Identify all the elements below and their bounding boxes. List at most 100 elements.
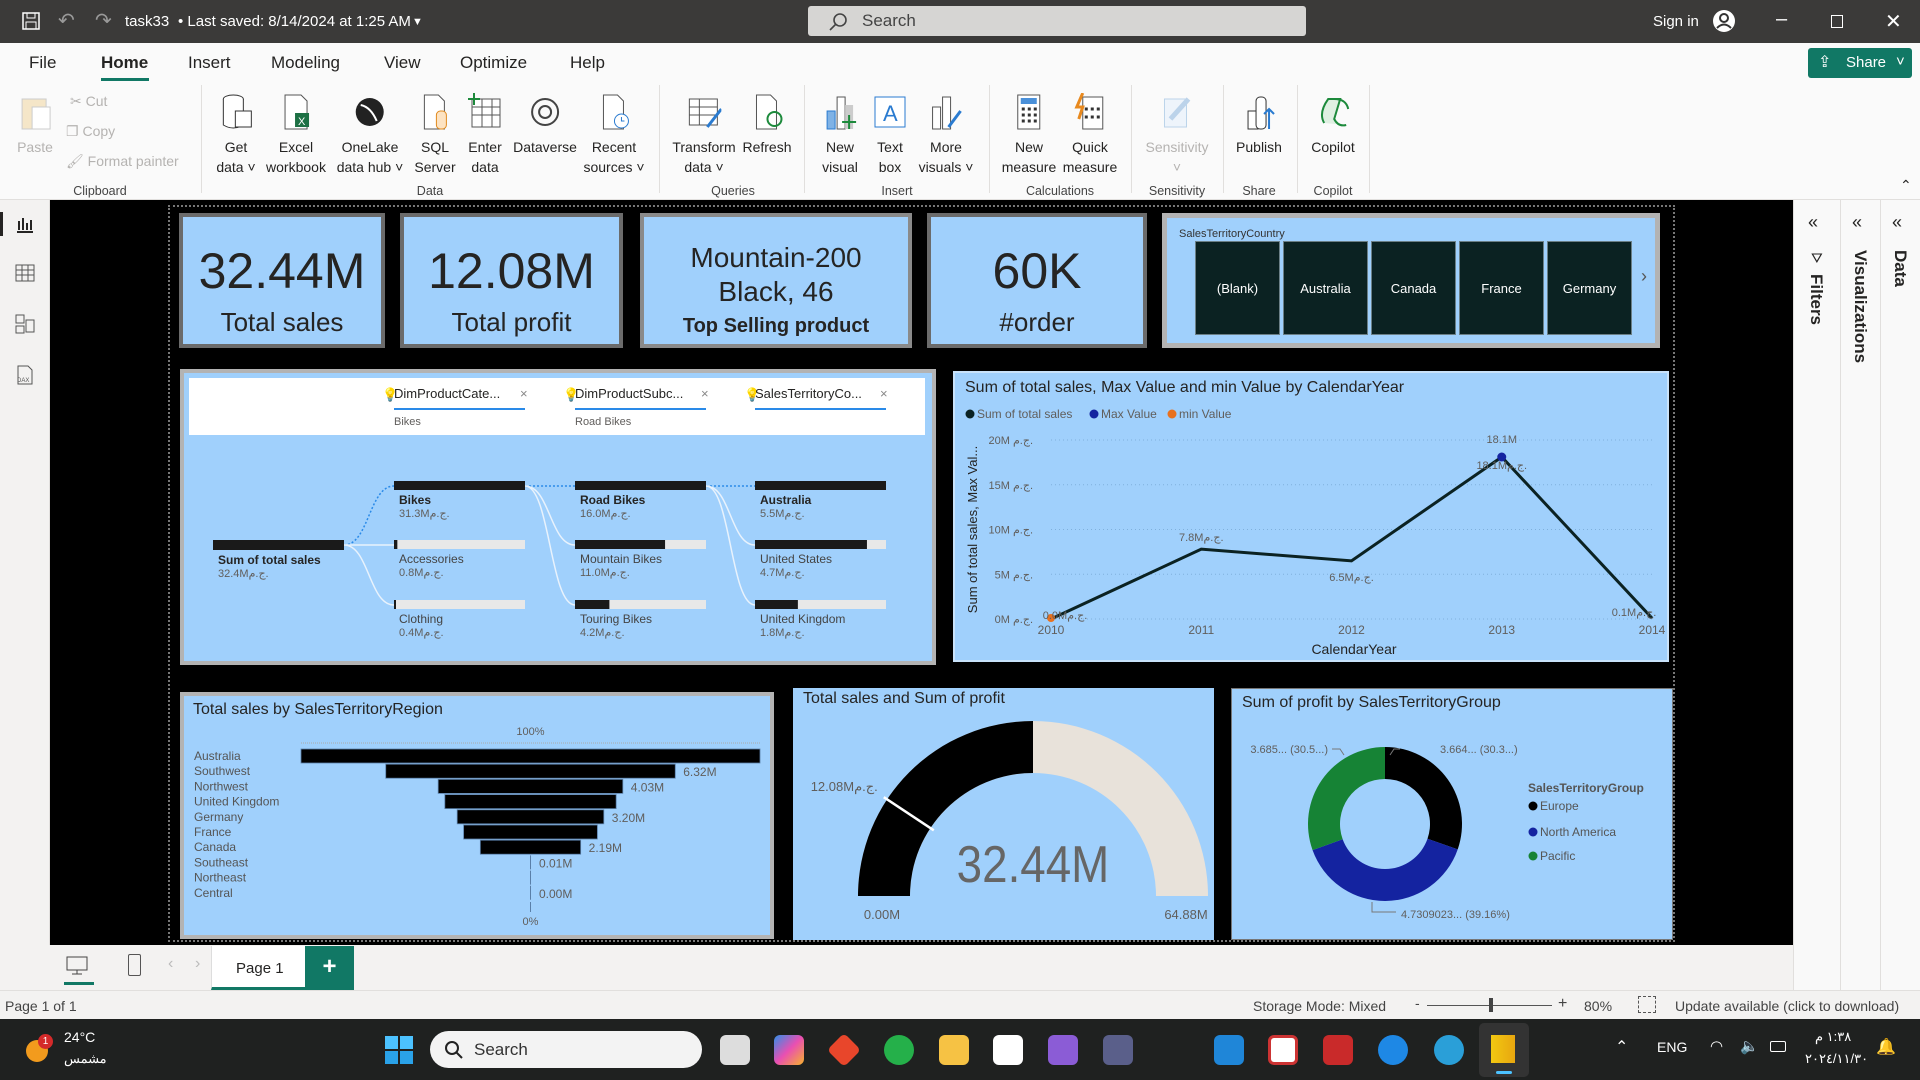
slicer-item[interactable]: (Blank) — [1195, 241, 1280, 335]
mcafee-icon[interactable] — [1323, 1035, 1353, 1065]
tab-home[interactable]: Home — [101, 53, 148, 73]
taskbar-search[interactable]: Search — [430, 1031, 702, 1068]
filter-underline — [755, 408, 886, 410]
windows-start-icon[interactable] — [384, 1035, 414, 1065]
chevron-down-icon[interactable]: ▼ — [412, 16, 423, 28]
wifi-icon[interactable]: ◠ — [1710, 1037, 1723, 1055]
undo-icon[interactable]: ↶ — [58, 8, 75, 33]
app-icon[interactable] — [1268, 1035, 1298, 1065]
more-visuals-button[interactable]: More visuals ˅ — [919, 93, 973, 177]
clock-time[interactable]: ١:٣٨ م — [1815, 1029, 1851, 1045]
slicer-item[interactable]: Australia — [1283, 241, 1368, 335]
collapse-ribbon-icon[interactable]: ⌃ — [1900, 177, 1912, 194]
volume-icon[interactable]: 🔈 — [1740, 1037, 1759, 1055]
next-page-icon[interactable]: › — [195, 955, 200, 973]
new-measure-button[interactable]: New measure — [1002, 93, 1056, 177]
publish-button[interactable]: Publish — [1236, 93, 1282, 157]
refresh-button[interactable]: Refresh — [742, 93, 792, 157]
expand-visualizations-icon[interactable]: « — [1852, 212, 1862, 233]
share-button[interactable]: ⇪ Share ˅ — [1808, 48, 1912, 78]
previous-page-icon[interactable]: ‹ — [168, 955, 173, 973]
new-visual-button[interactable]: New visual — [822, 93, 858, 177]
tab-insert[interactable]: Insert — [188, 53, 231, 73]
paste-button[interactable]: Paste — [17, 93, 53, 157]
task-view-icon[interactable] — [720, 1035, 750, 1065]
tab-optimize[interactable]: Optimize — [460, 53, 527, 73]
maximize-button[interactable] — [1831, 15, 1843, 28]
tab-view[interactable]: View — [384, 53, 421, 73]
text-box-button[interactable]: A Text box — [873, 93, 907, 177]
dataverse-button[interactable]: Dataverse — [513, 93, 577, 157]
zoom-slider-thumb[interactable] — [1488, 998, 1493, 1012]
chevron-right-icon[interactable]: › — [1641, 266, 1647, 287]
new-visual-icon — [826, 96, 856, 130]
battery-icon[interactable] — [1770, 1041, 1786, 1052]
help-icon[interactable] — [1378, 1035, 1408, 1065]
minimize-button[interactable]: – — [1776, 8, 1787, 31]
filters-pane[interactable]: « ⛛ Filters — [1793, 200, 1840, 990]
sensitivity-button[interactable]: Sensitivity ˅ — [1145, 93, 1209, 177]
slicer-item[interactable]: France — [1459, 241, 1544, 335]
tab-modeling[interactable]: Modeling — [271, 53, 340, 73]
table-view-icon[interactable] — [15, 264, 35, 282]
app-icon[interactable] — [827, 1033, 861, 1067]
sign-in-link[interactable]: Sign in — [1653, 13, 1699, 30]
slicer-item[interactable]: Germany — [1547, 241, 1632, 335]
tab-file[interactable]: File — [29, 53, 56, 73]
brush-icon: 🖌 — [66, 153, 88, 169]
whatsapp-icon[interactable] — [884, 1035, 914, 1065]
onelake-data-hub-button[interactable]: OneLake data hub ˅ — [337, 93, 403, 177]
card-total-sales[interactable]: 32.44M Total sales — [179, 213, 385, 348]
add-page-button[interactable]: + — [305, 946, 354, 990]
save-icon[interactable] — [22, 12, 40, 30]
transform-data-button[interactable]: Transform data ˅ — [672, 93, 736, 177]
format-painter-button[interactable]: 🖌 Format painter — [66, 153, 179, 170]
visual-studio-icon[interactable] — [1048, 1035, 1078, 1065]
copilot-button[interactable]: Copilot — [1311, 93, 1355, 157]
visualizations-pane[interactable]: « Visualizations — [1840, 200, 1880, 990]
power-bi-taskbar-button[interactable] — [1479, 1023, 1529, 1077]
app-icon[interactable] — [1103, 1035, 1133, 1065]
copy-button[interactable]: ❐ Copy — [66, 123, 115, 140]
fit-to-page-icon[interactable] — [1638, 996, 1656, 1013]
model-view-icon[interactable] — [15, 314, 35, 334]
sql-server-button[interactable]: SQL Server — [414, 93, 456, 177]
language-indicator[interactable]: ENG — [1657, 1039, 1687, 1055]
recent-sources-button[interactable]: Recent sources ˅ — [583, 93, 645, 177]
weather-widget[interactable]: 1 — [26, 1034, 53, 1064]
dax-query-view-icon[interactable]: DAX — [15, 365, 35, 385]
file-explorer-icon[interactable] — [939, 1035, 969, 1065]
get-data-button[interactable]: Get data ˅ — [216, 93, 256, 177]
edge-icon[interactable] — [1434, 1035, 1464, 1065]
clock-date[interactable]: ٢٠٢٤/١١/٣٠ — [1805, 1051, 1868, 1067]
notifications-bell-icon[interactable]: 🔔 — [1876, 1037, 1896, 1057]
zoom-in-button[interactable]: + — [1558, 995, 1567, 1013]
search-input[interactable]: Search — [808, 6, 1306, 36]
card-top-selling-product[interactable]: Mountain-200 Black, 46 Top Selling produ… — [640, 213, 912, 348]
close-button[interactable]: ✕ — [1885, 9, 1902, 34]
dataverse-icon — [531, 98, 559, 126]
slicer-item[interactable]: Canada — [1371, 241, 1456, 335]
quick-measure-button[interactable]: Quick measure — [1063, 93, 1117, 177]
data-pane[interactable]: « Data — [1880, 200, 1920, 990]
tab-page-1[interactable]: Page 1 — [211, 946, 305, 990]
copilot-app-icon[interactable] — [774, 1035, 804, 1065]
vscode-icon[interactable] — [1214, 1035, 1244, 1065]
avatar-icon[interactable] — [1712, 9, 1736, 33]
tab-help[interactable]: Help — [570, 53, 605, 73]
card-orders[interactable]: 60K #order — [927, 213, 1147, 348]
report-view-icon[interactable] — [15, 215, 35, 233]
mobile-layout-icon[interactable] — [128, 954, 141, 976]
cut-button[interactable]: ✂ Cut — [70, 93, 107, 110]
redo-icon[interactable]: ↷ — [95, 8, 112, 33]
excel-workbook-button[interactable]: X Excel workbook — [266, 93, 326, 177]
enter-data-button[interactable]: Enter data — [468, 93, 502, 177]
desktop-layout-icon[interactable] — [65, 955, 89, 977]
microsoft-store-icon[interactable] — [993, 1035, 1023, 1065]
expand-data-icon[interactable]: « — [1892, 212, 1902, 233]
zoom-out-button[interactable]: - — [1415, 995, 1420, 1011]
show-hidden-icons[interactable]: ⌃ — [1615, 1037, 1628, 1057]
card-total-profit[interactable]: 12.08M Total profit — [400, 213, 623, 348]
expand-filters-icon[interactable]: « — [1808, 212, 1818, 233]
update-available-link[interactable]: Update available (click to download) — [1675, 998, 1899, 1014]
